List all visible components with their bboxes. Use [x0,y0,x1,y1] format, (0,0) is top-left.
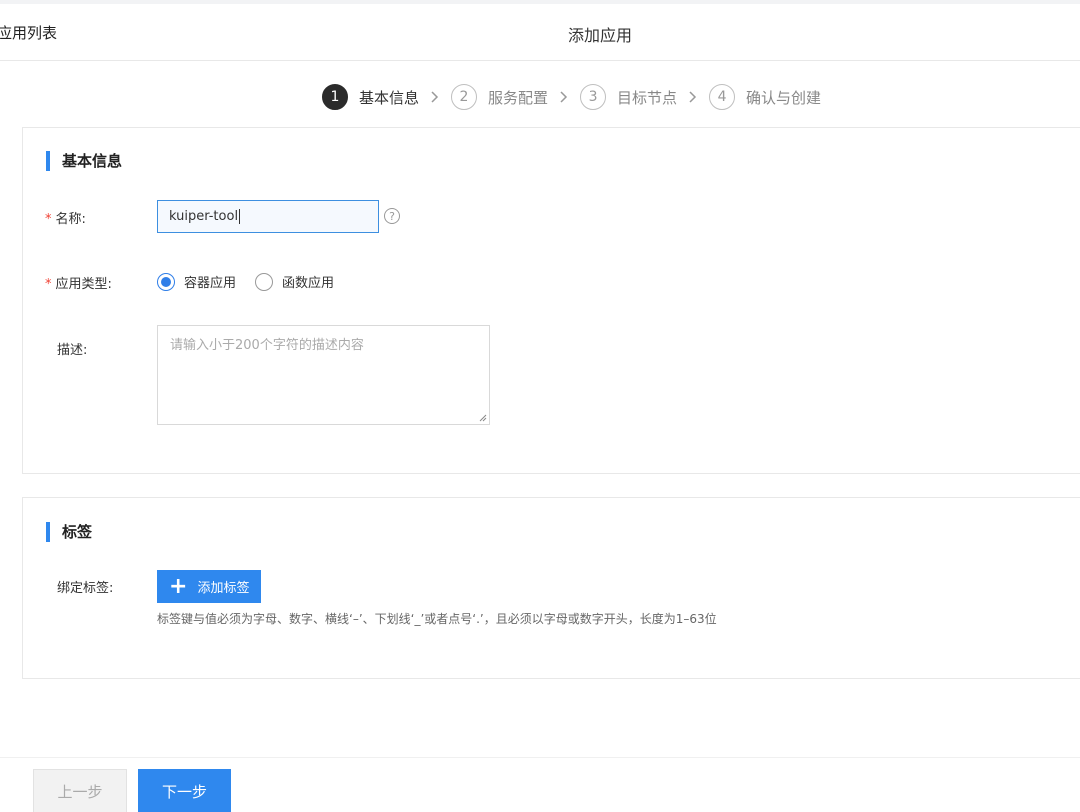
prev-step-button[interactable]: 上一步 [33,769,127,812]
section-accent-bar [46,150,50,171]
section-title-basic-info: 基本信息 [46,150,122,171]
text-caret [239,209,241,224]
basic-info-card: 基本信息 * 名称: kuiper-tool ? * 应用类型: 容器应用 函数应用… [22,127,1080,474]
section-title-tags: 标签 [46,521,92,542]
required-mark: * [45,277,52,292]
radio-container-app[interactable]: 容器应用 [157,272,236,291]
chevron-right-icon [560,91,570,103]
tag-hint-text: 标签键与值必须为字母、数字、横线‘–’、下划线‘_’或者点号‘.’，且必须以字母… [157,612,717,626]
step-target-node[interactable]: 3 目标节点 [580,84,677,110]
plus-icon: + [169,573,188,599]
name-label-text: 名称: [55,212,86,227]
radio-label-function-app: 函数应用 [282,276,335,291]
app-type-radio-group: 容器应用 函数应用 [157,272,353,291]
description-placeholder: 请输入小于200个字符的描述内容 [170,338,364,353]
tags-card: 标签 绑定标签: + 添加标签 标签键与值必须为字母、数字、横线‘–’、下划线‘… [22,497,1080,679]
name-input[interactable]: kuiper-tool [157,200,379,233]
step-label-3: 目标节点 [617,88,678,107]
step-confirm-create[interactable]: 4 确认与创建 [709,84,821,110]
section-title-text: 标签 [62,523,93,541]
section-accent-bar [46,521,50,542]
chevron-right-icon [689,91,699,103]
app-type-label: * 应用类型: [45,273,112,292]
radio-unchecked-icon [255,272,274,291]
step-basic-info[interactable]: 1 基本信息 [322,84,419,110]
bind-tags-label: 绑定标签: [57,581,114,596]
step-label-1: 基本信息 [359,88,420,107]
resize-grip-icon[interactable] [479,414,487,422]
add-tag-button[interactable]: + 添加标签 [157,570,261,603]
page-header: 应用列表 添加应用 [0,4,1080,61]
radio-label-container-app: 容器应用 [184,276,237,291]
name-label: * 名称: [45,208,86,227]
section-title-text: 基本信息 [62,152,123,170]
app-type-label-text: 应用类型: [55,277,112,292]
step-number-4: 4 [709,84,736,110]
description-textarea[interactable]: 请输入小于200个字符的描述内容 [157,325,490,425]
description-label: 描述: [57,343,88,358]
step-service-config[interactable]: 2 服务配置 [451,84,548,110]
step-label-2: 服务配置 [488,88,549,107]
help-icon[interactable]: ? [384,208,400,224]
add-tag-button-label: 添加标签 [197,581,250,596]
next-step-button[interactable]: 下一步 [138,769,231,812]
radio-checked-icon [157,272,175,291]
required-mark: * [45,212,52,227]
step-number-3: 3 [580,84,607,110]
step-number-2: 2 [451,84,478,110]
name-input-value: kuiper-tool [169,209,239,224]
page-title: 添加应用 [567,26,632,45]
chevron-right-icon [431,91,441,103]
step-label-4: 确认与创建 [746,88,822,107]
radio-function-app[interactable]: 函数应用 [255,272,334,291]
step-number-1: 1 [322,84,348,110]
footer-bar: 上一步 下一步 [0,757,1080,812]
step-indicator: 1 基本信息 2 服务配置 3 目标节点 4 确认与创建 [322,84,821,110]
